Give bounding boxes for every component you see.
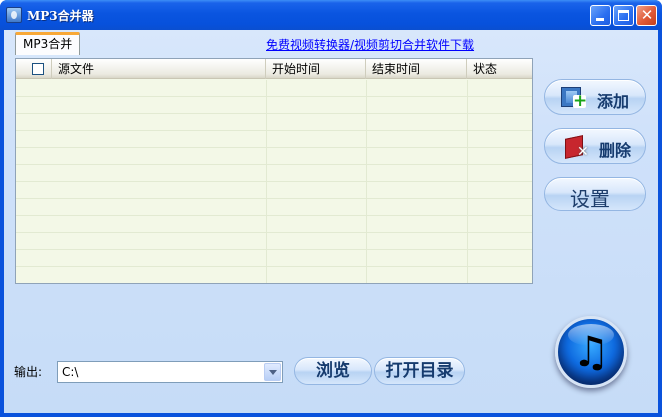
table-row (16, 199, 532, 216)
table-body (16, 80, 532, 283)
delete-button[interactable]: ✕ 删除 (544, 128, 646, 164)
file-list-table[interactable]: 源文件 开始时间 结束时间 状态 (15, 58, 533, 284)
table-row (16, 131, 532, 148)
client-area: MP3合并 免费视频转换器/视频剪切合并软件下载 源文件 开始时间 结束时间 状… (4, 30, 658, 413)
minimize-icon (596, 18, 604, 21)
maximize-button[interactable] (613, 5, 634, 26)
table-row (16, 97, 532, 114)
table-row (16, 80, 532, 97)
header-status[interactable]: 状态 (467, 59, 532, 79)
table-row (16, 267, 532, 283)
close-button[interactable]: ✕ (636, 5, 657, 26)
app-window: MP3合并器 ✕ MP3合并 免费视频转换器/视频剪切合并软件下载 源文件 开始… (0, 0, 662, 417)
close-icon: ✕ (640, 6, 654, 24)
browse-button[interactable]: 浏览 (294, 357, 372, 385)
tab-mp3-merge[interactable]: MP3合并 (15, 32, 81, 55)
add-button[interactable]: + 添加 (544, 79, 646, 115)
table-header: 源文件 开始时间 结束时间 状态 (16, 59, 532, 79)
header-end-time[interactable]: 结束时间 (366, 59, 467, 79)
header-source-file[interactable]: 源文件 (52, 59, 266, 79)
table-row (16, 182, 532, 199)
table-row (16, 114, 532, 131)
output-path-combo[interactable] (57, 361, 283, 383)
table-row (16, 216, 532, 233)
minimize-button[interactable] (590, 5, 611, 26)
table-row (16, 148, 532, 165)
header-select-all (16, 59, 52, 79)
table-row (16, 233, 532, 250)
title-bar[interactable]: MP3合并器 ✕ (0, 0, 662, 30)
table-row (16, 250, 532, 267)
settings-button[interactable]: 设置 (544, 177, 646, 211)
header-start-time[interactable]: 开始时间 (266, 59, 366, 79)
output-label: 输出: (14, 365, 43, 379)
add-button-label: 添加 (597, 92, 630, 111)
film-add-icon: + (561, 87, 587, 110)
window-title: MP3合并器 (27, 9, 94, 23)
settings-button-label: 设置 (570, 187, 610, 211)
maximize-icon (618, 10, 629, 21)
delete-button-label: 删除 (599, 141, 632, 160)
app-icon[interactable] (6, 7, 22, 23)
music-note-icon: ♫ (555, 316, 627, 388)
open-directory-button[interactable]: 打开目录 (374, 357, 465, 385)
table-row (16, 165, 532, 182)
promo-download-link[interactable]: 免费视频转换器/视频剪切合并软件下载 (266, 36, 474, 53)
chevron-down-icon[interactable] (264, 363, 281, 381)
delete-icon: ✕ (563, 135, 591, 160)
output-path-input[interactable] (58, 362, 263, 382)
select-all-checkbox[interactable] (32, 63, 44, 75)
